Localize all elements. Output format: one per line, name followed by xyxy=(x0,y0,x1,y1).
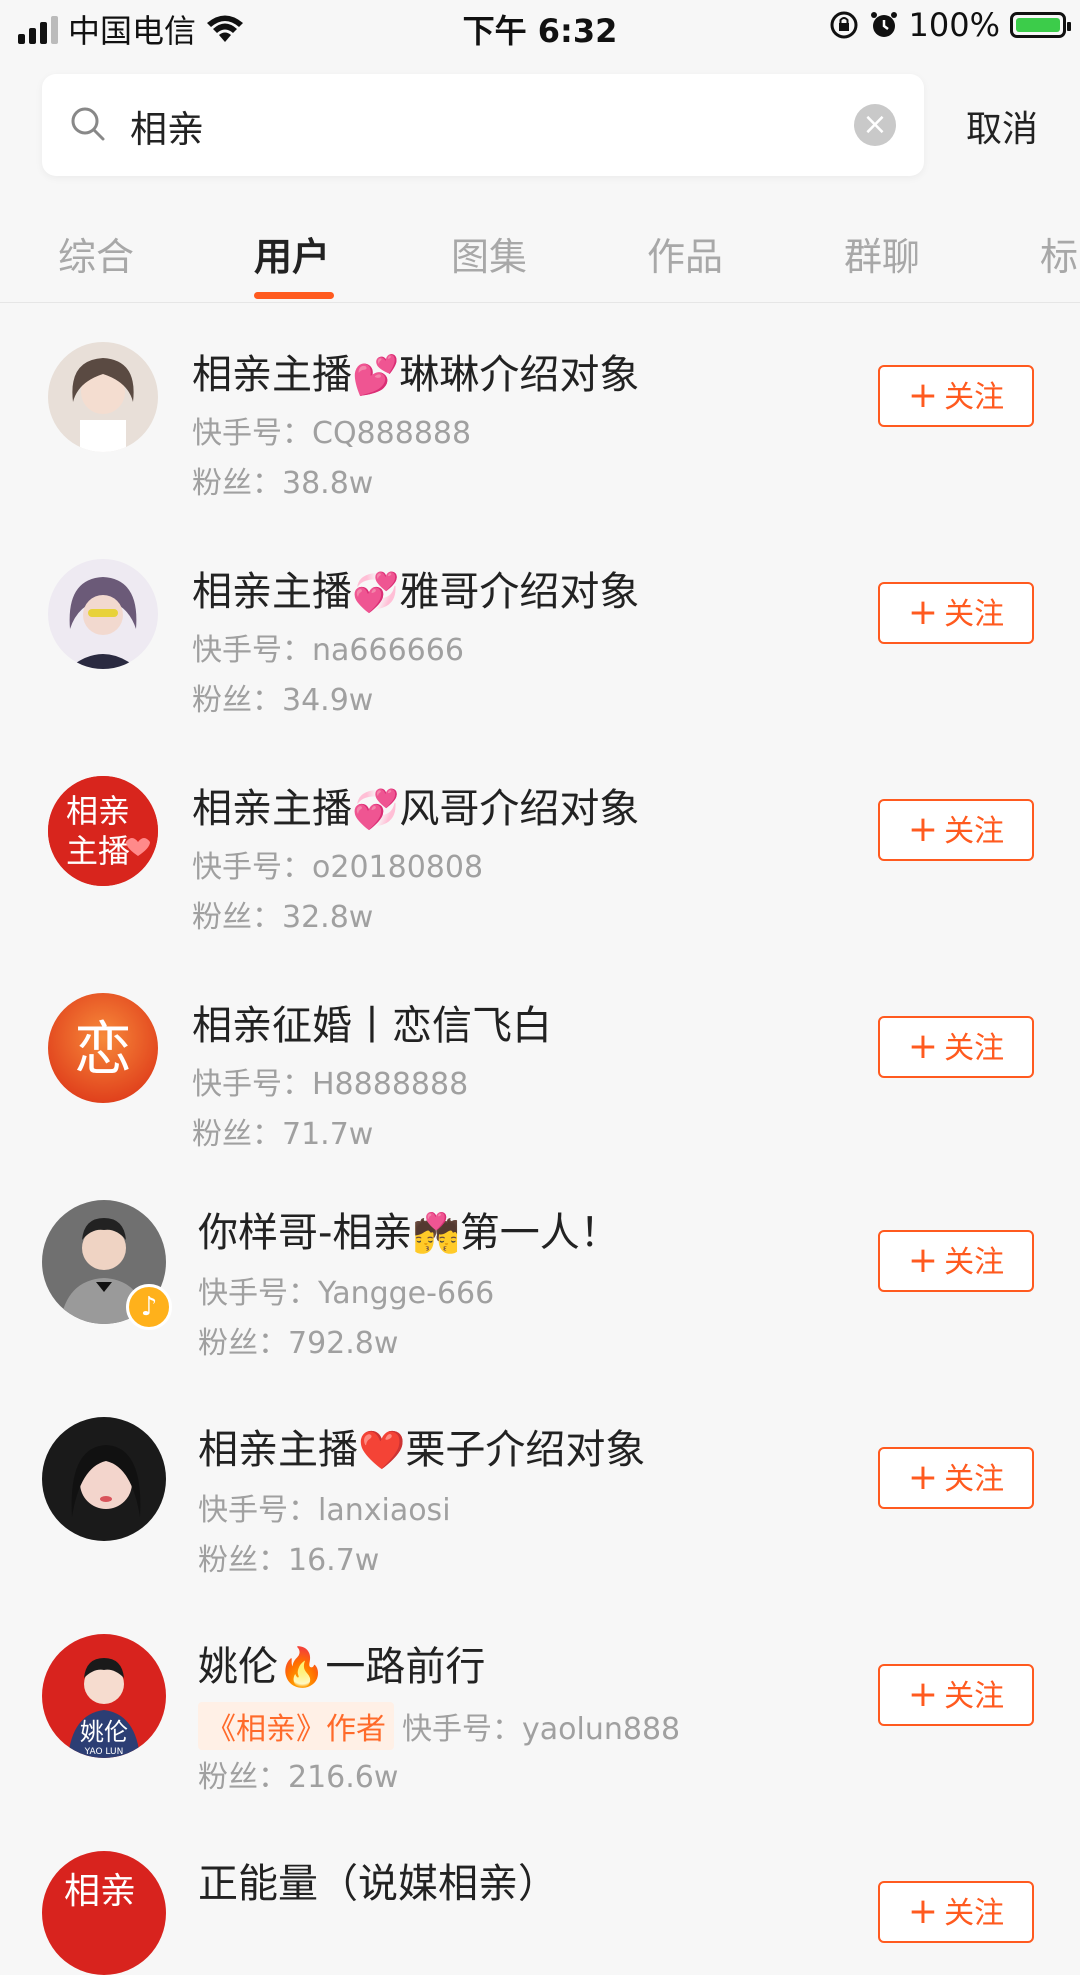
avatar[interactable]: 相亲 xyxy=(42,1851,166,1975)
follow-button[interactable]: + 关注 xyxy=(878,1230,1034,1292)
tab-group-chats[interactable]: 群聊 xyxy=(844,226,920,281)
user-name: 相亲主播💕琳琳介绍对象 xyxy=(192,352,640,398)
hearts-emoji: 💞 xyxy=(352,787,400,831)
user-list-item[interactable]: 相亲 正能量（说媒相亲） + 关注 xyxy=(0,1827,1080,1975)
plus-icon: + xyxy=(907,1457,939,1498)
follow-button[interactable]: + 关注 xyxy=(878,1881,1034,1943)
avatar[interactable]: 姚伦 YAO LUN xyxy=(42,1634,166,1758)
search-input[interactable] xyxy=(128,96,772,156)
avatar[interactable] xyxy=(42,1417,166,1541)
user-fans: 粉丝：792.8w xyxy=(198,1326,399,1361)
battery-percent: 100% xyxy=(908,6,1000,44)
status-bar: 中国电信 下午 6:32 100% xyxy=(0,0,1080,56)
active-tab-indicator xyxy=(254,292,334,299)
user-fans: 粉丝：34.9w xyxy=(192,683,374,718)
search-box[interactable]: × xyxy=(42,74,924,176)
plus-icon: + xyxy=(907,1240,939,1281)
user-list-item[interactable]: 相亲主播❤️栗子介绍对象 快手号：lanxiaosi 粉丝：16.7w + 关注 xyxy=(0,1393,1080,1610)
avatar[interactable] xyxy=(48,559,158,669)
user-name: 相亲主播💞风哥介绍对象 xyxy=(192,786,640,832)
avatar[interactable]: 恋 xyxy=(48,993,158,1103)
user-id: 《相亲》作者 快手号：yaolun888 xyxy=(198,1702,680,1750)
heart-emoji: ❤️ xyxy=(358,1428,406,1472)
tab-works[interactable]: 作品 xyxy=(647,226,723,281)
user-list-item[interactable]: 姚伦 YAO LUN 姚伦🔥一路前行 《相亲》作者 快手号：yaolun888 粉… xyxy=(0,1610,1080,1827)
user-fans: 粉丝：16.7w xyxy=(198,1543,380,1578)
follow-button[interactable]: + 关注 xyxy=(878,1447,1034,1509)
user-fans: 粉丝：38.8w xyxy=(192,466,374,501)
avatar[interactable]: 相亲 主播 xyxy=(48,776,158,886)
tab-albums[interactable]: 图集 xyxy=(451,226,527,281)
avatar[interactable] xyxy=(48,342,158,452)
follow-button[interactable]: + 关注 xyxy=(878,365,1034,427)
user-name: 正能量（说媒相亲） xyxy=(198,1861,558,1907)
user-id: 快手号：H8888888 xyxy=(192,1067,469,1102)
plus-icon: + xyxy=(907,1026,939,1067)
svg-text:恋: 恋 xyxy=(74,1015,132,1083)
user-fans: 粉丝：216.6w xyxy=(198,1760,399,1795)
plus-icon: + xyxy=(907,375,939,416)
follow-button[interactable]: + 关注 xyxy=(878,582,1034,644)
user-name: 相亲主播❤️栗子介绍对象 xyxy=(198,1427,646,1473)
svg-text:相亲: 相亲 xyxy=(64,1871,136,1912)
tab-users[interactable]: 用户 xyxy=(254,226,330,281)
alarm-icon xyxy=(870,12,897,37)
music-note-icon: ♪ xyxy=(126,1284,172,1330)
tab-bar: 综合 用户 图集 作品 群聊 标 xyxy=(0,196,1080,303)
tab-all[interactable]: 综合 xyxy=(58,226,134,281)
author-tag: 《相亲》作者 xyxy=(198,1702,394,1750)
svg-text:相亲: 相亲 xyxy=(66,792,130,830)
cancel-button[interactable]: 取消 xyxy=(966,100,1038,152)
user-fans: 粉丝：71.7w xyxy=(192,1117,374,1152)
svg-text:姚伦: 姚伦 xyxy=(80,1718,128,1746)
user-id: 快手号：Yangge-666 xyxy=(198,1276,495,1311)
user-list-item[interactable]: 相亲主播💕琳琳介绍对象 快手号：CQ888888 粉丝：38.8w + 关注 xyxy=(0,308,1080,525)
heart-emoji: 💕 xyxy=(352,353,400,397)
user-list-item[interactable]: 恋 相亲征婚丨恋信飞白 快手号：H8888888 粉丝：71.7w + 关注 xyxy=(0,959,1080,1176)
follow-button[interactable]: + 关注 xyxy=(878,1016,1034,1078)
user-name: 你样哥-相亲💏第一人！ xyxy=(198,1210,620,1256)
user-id: 快手号：lanxiaosi xyxy=(198,1493,451,1528)
user-id: 快手号：na666666 xyxy=(192,633,464,668)
svg-text:主播: 主播 xyxy=(66,832,130,870)
user-list-item[interactable]: 相亲主播💞雅哥介绍对象 快手号：na666666 粉丝：34.9w + 关注 xyxy=(0,525,1080,742)
fire-emoji: 🔥 xyxy=(278,1645,326,1689)
clear-icon[interactable]: × xyxy=(854,104,896,146)
search-icon xyxy=(71,107,105,141)
user-fans: 粉丝：32.8w xyxy=(192,900,374,935)
user-name: 相亲主播💞雅哥介绍对象 xyxy=(192,569,640,615)
hearts-emoji: 💞 xyxy=(352,570,400,614)
plus-icon: + xyxy=(907,1674,939,1715)
plus-icon: + xyxy=(907,1891,939,1932)
user-list-item[interactable]: ♪ 你样哥-相亲💏第一人！ 快手号：Yangge-666 粉丝：792.8w +… xyxy=(0,1176,1080,1393)
follow-button[interactable]: + 关注 xyxy=(878,1664,1034,1726)
rotation-lock-icon xyxy=(830,11,858,39)
battery-icon xyxy=(1010,12,1071,38)
plus-icon: + xyxy=(907,809,939,850)
user-id: 快手号：o20180808 xyxy=(192,850,484,885)
couple-emoji: 💏 xyxy=(412,1211,460,1255)
status-right: 100% xyxy=(829,6,1071,44)
plus-icon: + xyxy=(907,592,939,633)
svg-text:YAO LUN: YAO LUN xyxy=(84,1747,124,1757)
follow-button[interactable]: + 关注 xyxy=(878,799,1034,861)
user-name: 相亲征婚丨恋信飞白 xyxy=(192,1003,552,1049)
user-id: 快手号：CQ888888 xyxy=(192,416,472,451)
user-name: 姚伦🔥一路前行 xyxy=(198,1644,486,1690)
tab-tags[interactable]: 标 xyxy=(1040,226,1078,281)
user-list-item[interactable]: 相亲 主播 相亲主播💞风哥介绍对象 快手号：o20180808 粉丝：32.8w… xyxy=(0,742,1080,959)
